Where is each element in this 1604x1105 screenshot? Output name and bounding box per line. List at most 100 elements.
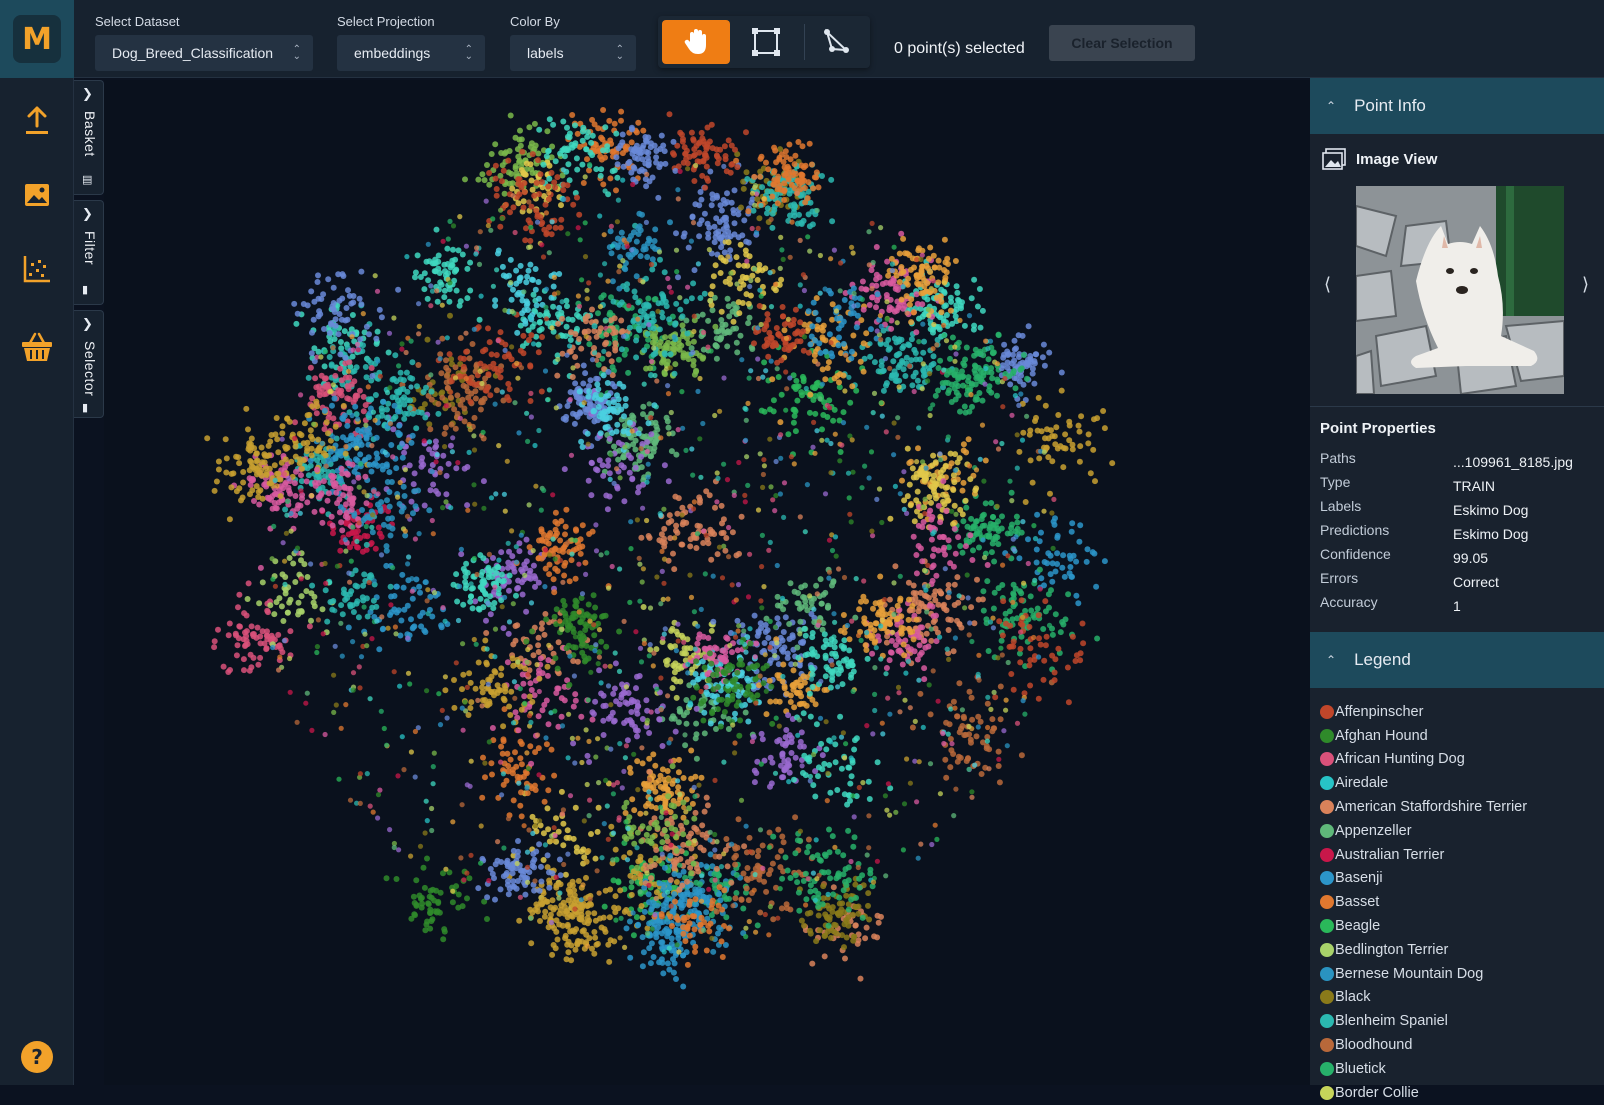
scatter-point[interactable] bbox=[500, 625, 507, 632]
scatter-point[interactable] bbox=[1037, 641, 1044, 648]
scatter-point[interactable] bbox=[658, 956, 665, 963]
scatter-point[interactable] bbox=[709, 283, 716, 290]
scatter-point[interactable] bbox=[570, 644, 577, 651]
scatter-point[interactable] bbox=[790, 419, 797, 426]
scatter-point[interactable] bbox=[733, 552, 740, 559]
scatter-point[interactable] bbox=[797, 319, 804, 326]
scatter-plot[interactable] bbox=[104, 80, 1310, 1085]
scatter-point[interactable] bbox=[957, 543, 964, 549]
scatter-point[interactable] bbox=[560, 820, 567, 827]
scatter-point[interactable] bbox=[588, 492, 595, 499]
scatter-point[interactable] bbox=[550, 121, 557, 128]
scatter-point[interactable] bbox=[400, 584, 407, 591]
scatter-point[interactable] bbox=[313, 410, 320, 417]
scatter-point[interactable] bbox=[584, 313, 591, 320]
scatter-point[interactable] bbox=[452, 364, 459, 371]
scatter-point[interactable] bbox=[807, 930, 814, 937]
scatter-point[interactable] bbox=[763, 342, 770, 348]
scatter-point[interactable] bbox=[277, 493, 284, 500]
pan-tool-button[interactable] bbox=[662, 20, 730, 64]
scatter-point[interactable] bbox=[955, 383, 962, 389]
scatter-point[interactable] bbox=[543, 741, 550, 748]
scatter-point[interactable] bbox=[564, 124, 570, 131]
scatter-point[interactable] bbox=[962, 409, 969, 416]
scatter-point[interactable] bbox=[798, 693, 805, 700]
scatter-point[interactable] bbox=[1041, 559, 1048, 565]
scatter-point[interactable] bbox=[979, 512, 986, 519]
scatter-point[interactable] bbox=[668, 935, 675, 942]
scatter-point[interactable] bbox=[1049, 631, 1056, 638]
scatter-point[interactable] bbox=[585, 601, 592, 608]
scatter-point[interactable] bbox=[954, 574, 961, 581]
scatter-point[interactable] bbox=[723, 914, 730, 921]
scatter-point[interactable] bbox=[1031, 380, 1038, 387]
scatter-point[interactable] bbox=[655, 924, 662, 931]
scatter-point[interactable] bbox=[672, 898, 678, 905]
scatter-point[interactable] bbox=[1065, 699, 1072, 706]
scatter-point[interactable] bbox=[266, 452, 273, 459]
scatter-point[interactable] bbox=[574, 130, 581, 137]
scatter-point[interactable] bbox=[890, 358, 897, 365]
scatter-point[interactable] bbox=[337, 365, 344, 372]
scatter-point[interactable] bbox=[718, 502, 725, 509]
scatter-point[interactable] bbox=[576, 336, 583, 342]
scatter-point[interactable] bbox=[960, 441, 967, 448]
scatter-point[interactable] bbox=[915, 608, 922, 615]
scatter-point[interactable] bbox=[680, 930, 687, 937]
scatter-point[interactable] bbox=[354, 544, 360, 551]
scatter-point[interactable] bbox=[401, 449, 408, 456]
scatter-point[interactable] bbox=[240, 479, 247, 486]
scatter-point[interactable] bbox=[486, 700, 493, 707]
scatter-point[interactable] bbox=[906, 460, 913, 466]
scatter-point[interactable] bbox=[971, 276, 978, 283]
scatter-point[interactable] bbox=[339, 377, 345, 384]
scatter-point[interactable] bbox=[908, 646, 914, 653]
scatter-point[interactable] bbox=[862, 286, 869, 293]
scatter-point[interactable] bbox=[603, 492, 610, 499]
scatter-point[interactable] bbox=[469, 605, 476, 612]
scatter-point[interactable] bbox=[921, 338, 927, 345]
scatter-point[interactable] bbox=[512, 709, 519, 716]
scatter-point[interactable] bbox=[817, 350, 824, 356]
scatter-point[interactable] bbox=[891, 335, 898, 342]
scatter-point[interactable] bbox=[397, 369, 404, 376]
scatter-point[interactable] bbox=[740, 185, 747, 192]
scatter-point[interactable] bbox=[632, 464, 639, 471]
scatter-point[interactable] bbox=[979, 596, 986, 603]
scatter-point[interactable] bbox=[506, 548, 512, 555]
scatter-point[interactable] bbox=[650, 751, 657, 758]
scatter-point[interactable] bbox=[693, 879, 700, 886]
scatter-point[interactable] bbox=[945, 616, 952, 623]
scatter-point[interactable] bbox=[512, 623, 519, 629]
scatter-point[interactable] bbox=[1004, 530, 1011, 537]
scatter-point[interactable] bbox=[305, 472, 312, 479]
scatter-point[interactable] bbox=[794, 397, 801, 404]
scatter-point[interactable] bbox=[761, 359, 768, 366]
scatter-point[interactable] bbox=[500, 736, 507, 743]
scatter-point[interactable] bbox=[498, 571, 505, 578]
scatter-point[interactable] bbox=[798, 389, 805, 396]
scatter-point[interactable] bbox=[1093, 583, 1100, 590]
scatter-point[interactable] bbox=[988, 549, 995, 556]
scatter-point[interactable] bbox=[537, 822, 544, 829]
scatter-point[interactable] bbox=[827, 641, 834, 648]
scatter-point[interactable] bbox=[905, 579, 912, 586]
scatter-point[interactable] bbox=[421, 627, 428, 634]
scatter-point[interactable] bbox=[374, 328, 381, 335]
scatter-point[interactable] bbox=[573, 896, 580, 903]
scatter-point[interactable] bbox=[483, 617, 489, 624]
scatter-point[interactable] bbox=[564, 622, 571, 629]
scatter-point[interactable] bbox=[580, 180, 587, 186]
scatter-point[interactable] bbox=[545, 787, 552, 794]
scatter-point[interactable] bbox=[666, 512, 673, 519]
scatter-point[interactable] bbox=[841, 921, 848, 928]
scatter-point[interactable] bbox=[1049, 578, 1056, 585]
scatter-point[interactable] bbox=[798, 917, 805, 924]
scatter-point[interactable] bbox=[418, 409, 425, 416]
scatter-point[interactable] bbox=[602, 887, 609, 894]
scatter-point[interactable] bbox=[709, 307, 716, 314]
scatter-point[interactable] bbox=[635, 119, 642, 126]
scatter-point[interactable] bbox=[855, 903, 862, 910]
scatter-point[interactable] bbox=[563, 956, 570, 963]
scatter-point[interactable] bbox=[569, 878, 576, 885]
